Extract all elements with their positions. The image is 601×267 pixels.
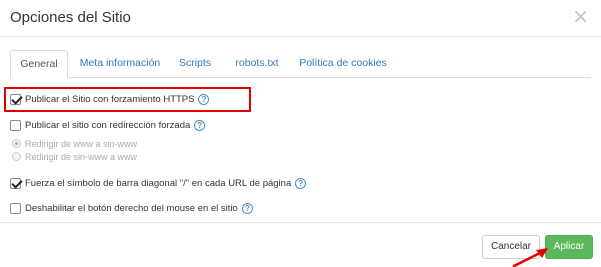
tab-scripts[interactable]: Scripts <box>172 50 218 78</box>
redirect-non-to-www-label: Redirigir de sin-www a www <box>25 151 138 162</box>
disable-right-click-checkbox[interactable] <box>10 202 21 214</box>
forced-redirect-checkbox[interactable] <box>10 119 21 131</box>
close-icon[interactable]: × <box>572 6 589 26</box>
option-disable-right-click[interactable]: Deshabilitar el botón derecho del mouse … <box>10 200 253 216</box>
dialog-title: Opciones del Sitio <box>10 9 131 26</box>
forced-redirect-label: Publicar el sitio con redirección forzad… <box>25 119 191 131</box>
trailing-slash-checkbox[interactable] <box>10 177 21 189</box>
footer-divider <box>0 222 601 223</box>
disable-right-click-label: Deshabilitar el botón derecho del mouse … <box>25 202 238 214</box>
tab-robots[interactable]: robots.txt <box>227 50 287 78</box>
arrow-icon <box>512 248 548 267</box>
option-redirect-www-to-non[interactable]: Redirigir de www a sin-www <box>12 137 137 150</box>
force-https-checkbox[interactable] <box>10 93 21 105</box>
option-redirect-non-to-www[interactable]: Redirigir de sin-www a www <box>12 150 137 163</box>
question-circle-icon[interactable]: ? <box>194 119 206 131</box>
tab-meta-information[interactable]: Meta información <box>72 50 168 78</box>
site-options-dialog: Opciones del Sitio × General Meta inform… <box>0 0 601 267</box>
force-https-label: Publicar el Sitio con forzamiento HTTPS <box>25 93 195 105</box>
trailing-slash-label: Fuerza el símbolo de barra diagonal "/" … <box>25 177 292 189</box>
question-circle-icon[interactable]: ? <box>295 177 307 189</box>
tab-bar: General Meta información Scripts robots.… <box>10 50 591 79</box>
redirect-www-to-non-label: Redirigir de www a sin-www <box>25 138 138 149</box>
question-circle-icon[interactable]: ? <box>241 202 253 214</box>
option-force-https[interactable]: Publicar el Sitio con forzamiento HTTPS … <box>10 91 210 107</box>
tab-general[interactable]: General <box>10 50 68 79</box>
redirect-non-to-www-radio[interactable] <box>12 152 21 161</box>
apply-button[interactable]: Aplicar <box>545 235 593 259</box>
option-forced-redirect[interactable]: Publicar el sitio con redirección forzad… <box>10 117 206 133</box>
option-trailing-slash[interactable]: Fuerza el símbolo de barra diagonal "/" … <box>10 175 307 191</box>
question-circle-icon[interactable]: ? <box>198 93 210 105</box>
tab-cookie-policy[interactable]: Política de cookies <box>293 50 393 78</box>
redirect-www-to-non-radio[interactable] <box>12 139 21 148</box>
dialog-header: Opciones del Sitio × <box>0 0 601 37</box>
